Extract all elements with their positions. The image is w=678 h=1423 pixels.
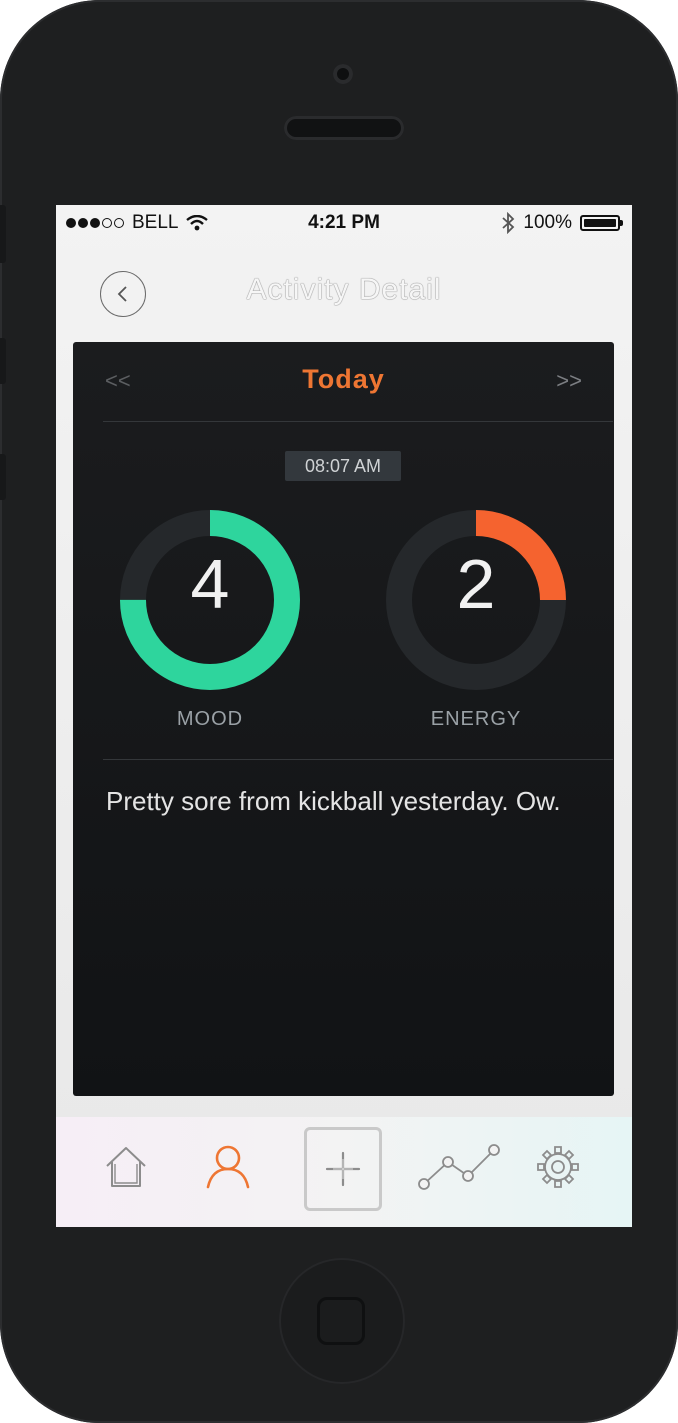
energy-label: ENERGY — [430, 708, 522, 730]
tab-home[interactable] — [96, 1137, 156, 1197]
mood-label: MOOD — [176, 708, 244, 730]
home-button-icon — [317, 1297, 365, 1345]
tab-bar — [56, 1117, 632, 1227]
tab-settings[interactable] — [528, 1137, 588, 1197]
energy-value: 2 — [456, 545, 496, 623]
navigation-bar: Activity Detail — [56, 263, 632, 323]
mood-value: 4 — [190, 545, 230, 623]
page-title: Activity Detail — [246, 273, 442, 306]
entry-note: Pretty sore from kickball yesterday. Ow. — [106, 786, 561, 816]
profile-icon — [206, 1145, 250, 1189]
settings-icon — [537, 1146, 579, 1188]
mood-ring: 4 — [118, 508, 302, 692]
screen: BELL 4:21 PM 100% Activity Detail << Tod… — [56, 205, 632, 1227]
activity-card: << Today >> 08:07 AM 4 MOOD 2 ENERGY Pre… — [73, 342, 614, 1096]
volume-down-button — [0, 454, 6, 500]
phone-frame: BELL 4:21 PM 100% Activity Detail << Tod… — [0, 0, 678, 1423]
status-bar: BELL 4:21 PM 100% — [56, 205, 632, 245]
home-icon — [106, 1147, 146, 1187]
tab-trends[interactable] — [418, 1137, 502, 1197]
date-divider — [103, 421, 613, 422]
front-camera — [333, 64, 353, 84]
earpiece-speaker — [284, 116, 404, 140]
add-icon — [325, 1151, 361, 1187]
add-entry-button[interactable] — [304, 1127, 382, 1211]
next-day-button[interactable]: >> — [556, 368, 582, 394]
volume-up-button — [0, 338, 6, 384]
energy-ring: 2 — [384, 508, 568, 692]
tab-profile[interactable] — [198, 1137, 258, 1197]
battery-icon — [580, 215, 623, 231]
battery-percent: 100% — [523, 212, 572, 233]
date-label: Today — [302, 364, 385, 394]
trends-icon — [418, 1144, 500, 1190]
mute-switch — [0, 205, 6, 263]
bluetooth-icon — [502, 212, 515, 234]
date-selector: << Today >> — [73, 342, 614, 422]
note-divider — [103, 759, 613, 760]
entry-time-badge: 08:07 AM — [285, 451, 401, 481]
